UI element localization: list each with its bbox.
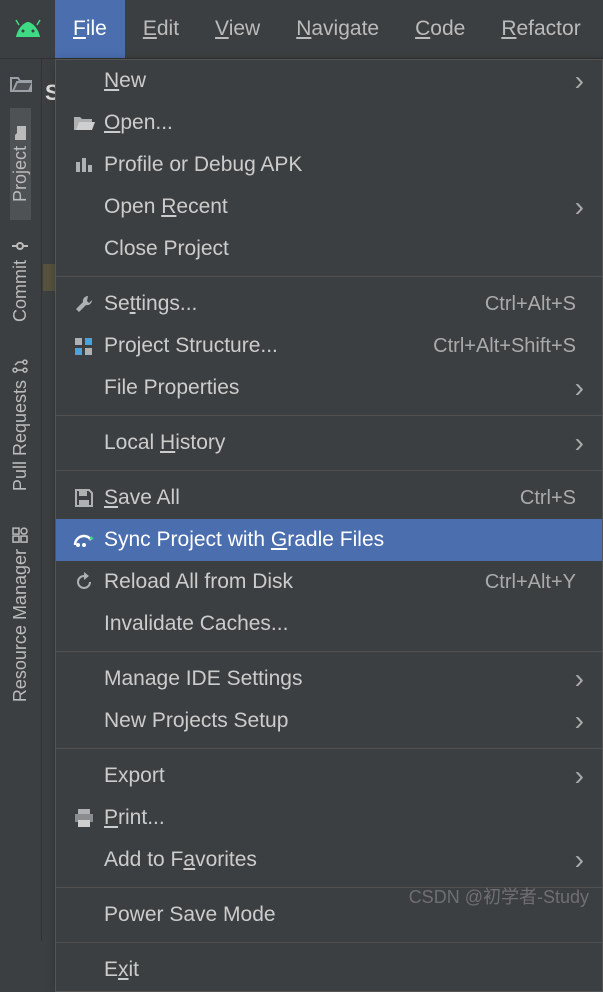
print-icon — [70, 808, 98, 828]
menubar-item-code[interactable]: Code — [397, 0, 483, 58]
menubar-item-file[interactable]: File — [55, 0, 125, 58]
sidebar-tab-resource-manager[interactable]: Resource Manager — [10, 509, 31, 720]
android-logo-icon — [0, 0, 55, 58]
menu-separator — [56, 942, 602, 943]
menu-item-new[interactable]: New› — [56, 60, 602, 102]
chevron-right-icon: › — [575, 846, 584, 874]
open-folder-icon[interactable] — [10, 59, 32, 108]
menubar-item-view[interactable]: View — [197, 0, 278, 58]
menu-item-label: New — [98, 69, 575, 93]
menu-item-save-all[interactable]: Save AllCtrl+S — [56, 477, 602, 519]
menu-item-manage-ide-settings[interactable]: Manage IDE Settings› — [56, 658, 602, 700]
menu-item-local-history[interactable]: Local History› — [56, 422, 602, 464]
menu-item-label: Project Structure... — [98, 334, 433, 358]
menu-shortcut: Ctrl+Alt+S — [485, 293, 584, 316]
menu-item-exit[interactable]: Exit — [56, 949, 602, 991]
left-sidebar: Project Commit Pull Requests Resource Manag… — [0, 59, 42, 941]
menu-item-sync-project-with-gradle-files[interactable]: Sync Project with Gradle Files — [56, 519, 602, 561]
menu-item-label: Export — [98, 764, 575, 788]
menu-item-label: Reload All from Disk — [98, 570, 485, 594]
menu-item-profile-or-debug-apk[interactable]: Profile or Debug APK — [56, 144, 602, 186]
structure-icon — [70, 337, 98, 355]
menu-item-label: Invalidate Caches... — [98, 612, 584, 636]
menu-item-label: File Properties — [98, 376, 575, 400]
file-menu-dropdown: New›Open...Profile or Debug APKOpen Rece… — [55, 59, 603, 992]
menu-separator — [56, 470, 602, 471]
chevron-right-icon: › — [575, 429, 584, 457]
sidebar-tab-label: Project — [10, 146, 31, 202]
menubar: FileEditViewNavigateCodeRefactor — [0, 0, 603, 59]
menu-separator — [56, 748, 602, 749]
sidebar-tab-project[interactable]: Project — [10, 108, 31, 220]
menu-shortcut: Ctrl+Alt+Y — [485, 571, 584, 594]
folder-icon — [10, 126, 31, 140]
menu-item-label: New Projects Setup — [98, 709, 575, 733]
menu-item-label: Manage IDE Settings — [98, 667, 575, 691]
menu-item-open[interactable]: Open... — [56, 102, 602, 144]
menu-item-label: Add to Favorites — [98, 848, 575, 872]
menu-item-export[interactable]: Export› — [56, 755, 602, 797]
menu-item-new-projects-setup[interactable]: New Projects Setup› — [56, 700, 602, 742]
profile-icon — [70, 156, 98, 174]
save-icon — [70, 488, 98, 508]
menu-shortcut: Ctrl+S — [520, 487, 584, 510]
sidebar-tab-pull-requests[interactable]: Pull Requests — [10, 340, 31, 509]
menu-item-add-to-favorites[interactable]: Add to Favorites› — [56, 839, 602, 881]
menubar-item-navigate[interactable]: Navigate — [278, 0, 397, 58]
commit-icon — [10, 238, 31, 254]
menu-separator — [56, 415, 602, 416]
resource-icon — [10, 527, 31, 543]
menu-item-label: Exit — [98, 958, 584, 982]
folder-selection-stripe — [43, 264, 55, 291]
watermark: CSDN @初学者-Study — [409, 883, 589, 909]
open-folder-icon — [70, 114, 98, 132]
menu-item-label: Open... — [98, 111, 584, 135]
menu-separator — [56, 276, 602, 277]
sync-gradle-icon — [70, 531, 98, 549]
menu-item-label: Close Project — [98, 237, 584, 261]
sidebar-tab-label: Resource Manager — [10, 549, 31, 702]
menu-item-label: Settings... — [98, 292, 485, 316]
menubar-item-refactor[interactable]: Refactor — [483, 0, 598, 58]
pull-request-icon — [10, 358, 31, 374]
chevron-right-icon: › — [575, 762, 584, 790]
menu-item-reload-all-from-disk[interactable]: Reload All from DiskCtrl+Alt+Y — [56, 561, 602, 603]
menu-item-print[interactable]: Print... — [56, 797, 602, 839]
reload-icon — [70, 572, 98, 592]
menu-shortcut: Ctrl+Alt+Shift+S — [433, 335, 584, 358]
menubar-item-edit[interactable]: Edit — [125, 0, 197, 58]
menu-item-label: Save All — [98, 486, 520, 510]
menu-item-label: Print... — [98, 806, 584, 830]
chevron-right-icon: › — [575, 665, 584, 693]
menu-item-file-properties[interactable]: File Properties› — [56, 367, 602, 409]
menu-item-label: Profile or Debug APK — [98, 153, 584, 177]
menu-item-project-structure[interactable]: Project Structure...Ctrl+Alt+Shift+S — [56, 325, 602, 367]
chevron-right-icon: › — [575, 193, 584, 221]
menu-item-label: Open Recent — [98, 195, 575, 219]
menu-item-open-recent[interactable]: Open Recent› — [56, 186, 602, 228]
menu-item-label: Local History — [98, 431, 575, 455]
sidebar-tab-commit[interactable]: Commit — [10, 220, 31, 340]
chevron-right-icon: › — [575, 707, 584, 735]
menu-item-label: Sync Project with Gradle Files — [98, 528, 584, 552]
chevron-right-icon: › — [575, 67, 584, 95]
menu-item-close-project[interactable]: Close Project — [56, 228, 602, 270]
menu-separator — [56, 651, 602, 652]
menu-item-settings[interactable]: Settings...Ctrl+Alt+S — [56, 283, 602, 325]
sidebar-tab-label: Pull Requests — [10, 380, 31, 491]
sidebar-tab-label: Commit — [10, 260, 31, 322]
menubar-items: FileEditViewNavigateCodeRefactor — [55, 0, 599, 58]
chevron-right-icon: › — [575, 374, 584, 402]
menu-item-invalidate-caches[interactable]: Invalidate Caches... — [56, 603, 602, 645]
wrench-icon — [70, 294, 98, 314]
